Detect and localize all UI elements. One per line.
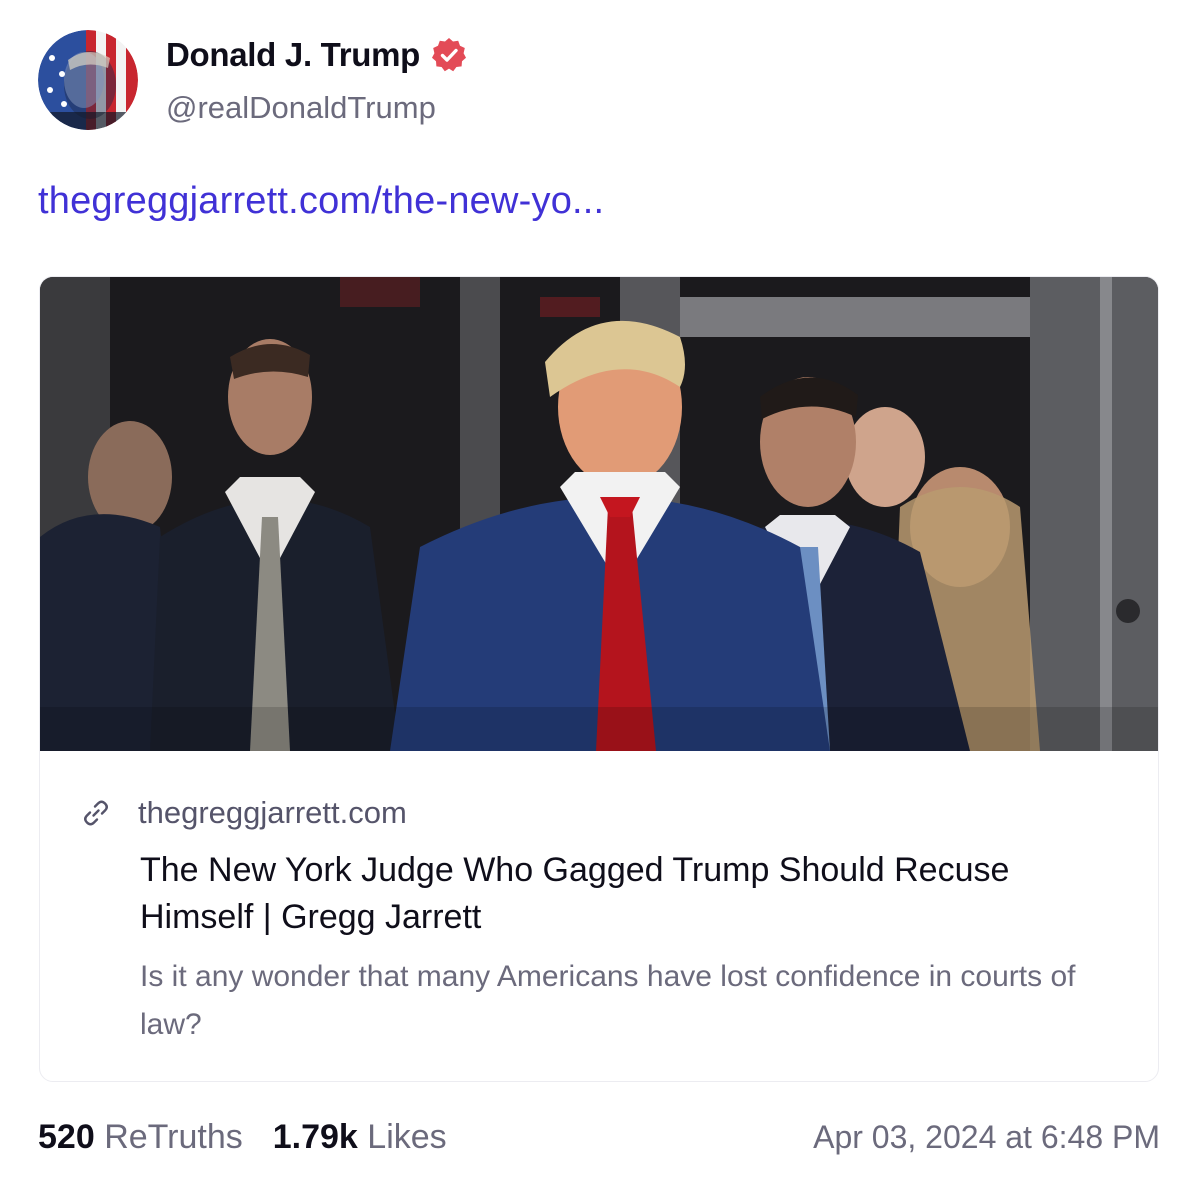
link-preview-card[interactable]: thegreggjarrett.com The New York Judge W… [39,276,1159,1082]
truth-post: Donald J. Trump @realDonaldTrump thegreg… [0,0,1200,1193]
card-domain: thegreggjarrett.com [138,795,407,830]
verified-badge-icon [430,36,468,74]
author-handle[interactable]: @realDonaldTrump [166,90,436,126]
post-timestamp[interactable]: Apr 03, 2024 at 6:48 PM [813,1119,1160,1156]
author-name[interactable]: Donald J. Trump [166,36,468,74]
likes-count: 1.79k [272,1118,358,1156]
avatar[interactable] [38,30,138,130]
avatar-image [38,30,138,130]
likes-label: Likes [367,1118,447,1156]
post-link[interactable]: thegreggjarrett.com/the-new-yo... [38,180,604,223]
post-footer: 520 ReTruths 1.79k Likes Apr 03, 2024 at… [38,1118,1160,1157]
card-domain-row: thegreggjarrett.com [80,795,407,831]
card-title: The New York Judge Who Gagged Trump Shou… [140,851,1010,936]
retruths-stat[interactable]: 520 ReTruths [38,1118,243,1157]
author-display-name: Donald J. Trump [166,36,421,73]
retruths-count: 520 [38,1118,95,1156]
link-icon [80,797,112,829]
retruths-label: ReTruths [104,1118,243,1156]
card-description: Is it any wonder that many Americans hav… [140,960,1076,1041]
link-preview-image [40,277,1158,751]
likes-stat[interactable]: 1.79k Likes [273,1118,447,1157]
